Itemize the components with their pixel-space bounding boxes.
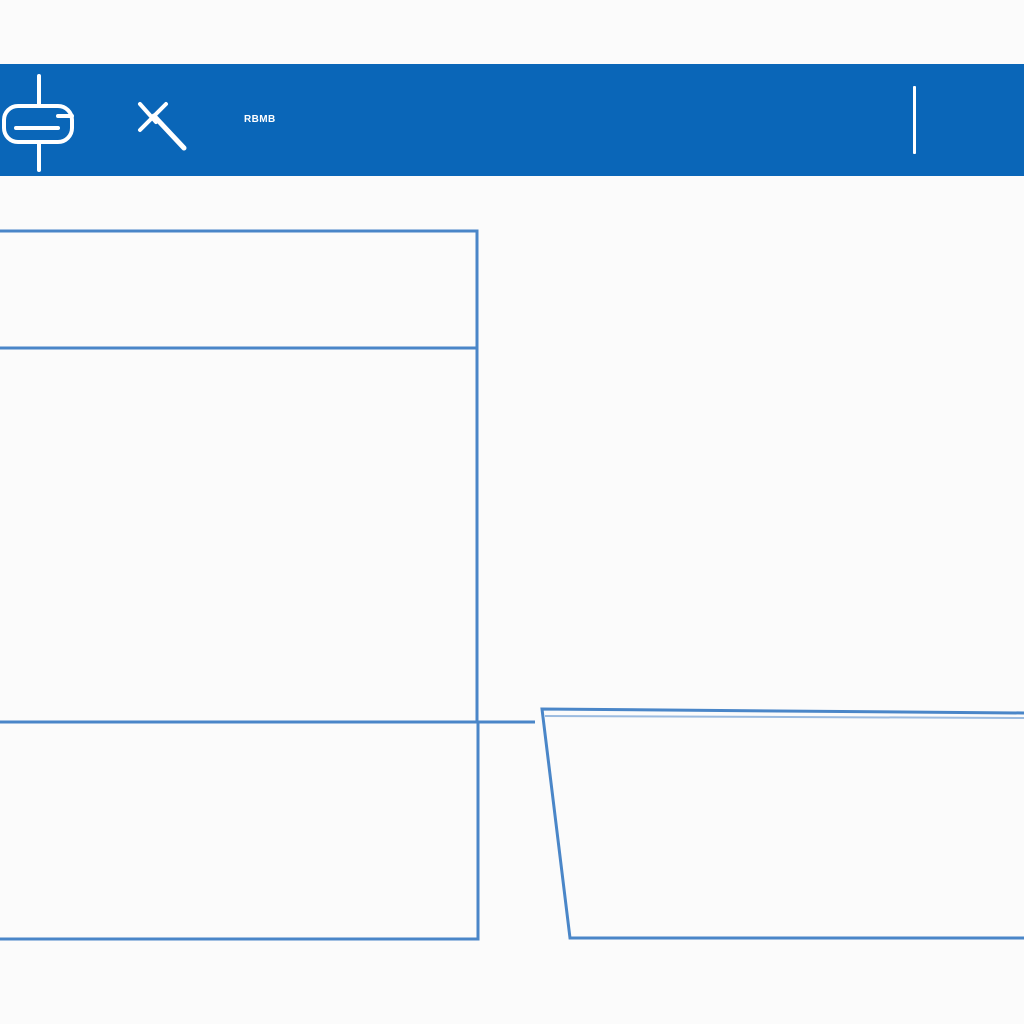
wireframe-layout	[0, 229, 1024, 941]
right-bottom-panel[interactable]	[540, 707, 1024, 940]
left-top-panel[interactable]	[0, 229, 479, 350]
app-window: RBMB	[0, 0, 1024, 1024]
left-main-panel[interactable]	[0, 348, 479, 722]
left-bottom-panel[interactable]	[0, 720, 535, 941]
